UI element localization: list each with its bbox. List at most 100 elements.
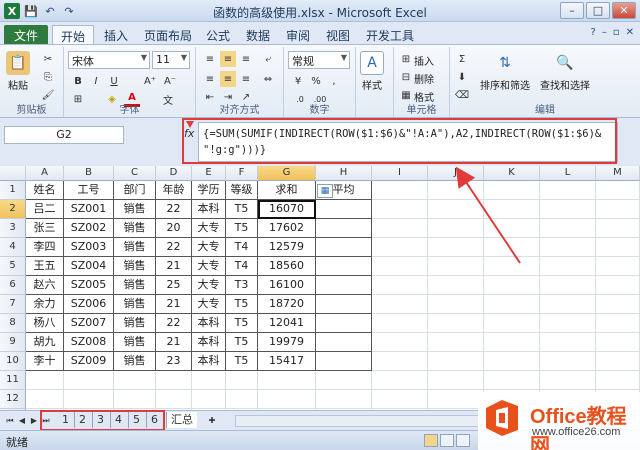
next-sheet-icon[interactable]: ▶ <box>28 414 40 427</box>
underline-button[interactable]: U <box>106 73 122 89</box>
column-header[interactable]: J <box>428 166 484 181</box>
empty-cell[interactable] <box>428 333 484 352</box>
tab-data[interactable]: 数据 <box>238 25 278 44</box>
table-cell[interactable]: T4 <box>226 238 258 257</box>
empty-cell[interactable] <box>428 257 484 276</box>
empty-cell[interactable] <box>484 276 540 295</box>
tab-developer[interactable]: 开发工具 <box>358 25 422 44</box>
empty-cell[interactable] <box>596 352 640 371</box>
tab-view[interactable]: 视图 <box>318 25 358 44</box>
copy-icon[interactable]: ⎘ <box>40 69 56 85</box>
close-button[interactable]: ✕ <box>612 2 636 19</box>
row-header[interactable]: 7 <box>0 295 26 314</box>
empty-cell[interactable] <box>428 390 484 409</box>
empty-cell[interactable] <box>596 219 640 238</box>
table-cell[interactable]: 大专 <box>192 257 226 276</box>
sheet-tab-active[interactable]: 汇总 <box>166 412 197 428</box>
empty-cell[interactable] <box>316 276 372 295</box>
table-cell[interactable]: SZ007 <box>64 314 114 333</box>
comma-icon[interactable]: , <box>326 73 342 89</box>
page-layout-view-icon[interactable] <box>440 434 454 447</box>
table-cell[interactable]: 15417 <box>258 352 316 371</box>
empty-cell[interactable] <box>596 295 640 314</box>
table-cell[interactable]: SZ009 <box>64 352 114 371</box>
empty-cell[interactable] <box>484 200 540 219</box>
empty-cell[interactable] <box>114 390 156 409</box>
column-header[interactable]: H <box>316 166 372 181</box>
empty-cell[interactable] <box>316 200 372 219</box>
table-cell[interactable]: 销售 <box>114 314 156 333</box>
table-cell[interactable]: SZ008 <box>64 333 114 352</box>
table-cell[interactable]: 销售 <box>114 238 156 257</box>
table-cell[interactable]: 21 <box>156 295 192 314</box>
column-header[interactable]: L <box>540 166 596 181</box>
tab-home[interactable]: 开始 <box>52 25 95 44</box>
empty-cell[interactable] <box>258 371 316 390</box>
empty-cell[interactable] <box>372 200 428 219</box>
empty-cell[interactable] <box>596 200 640 219</box>
table-cell[interactable]: SZ001 <box>64 200 114 219</box>
column-header[interactable]: D <box>156 166 192 181</box>
table-cell[interactable]: SZ006 <box>64 295 114 314</box>
align-right-icon[interactable]: ≡ <box>238 71 254 87</box>
empty-cell[interactable] <box>316 295 372 314</box>
cut-icon[interactable]: ✂ <box>40 51 56 67</box>
row-header[interactable]: 8 <box>0 314 26 333</box>
insert-cells-label[interactable]: 插入 <box>414 53 434 68</box>
empty-cell[interactable] <box>428 295 484 314</box>
wrap-text-icon[interactable]: ⤶ <box>260 51 276 67</box>
font-name-select[interactable]: 宋体 ▼ <box>68 51 150 69</box>
row-header[interactable]: 1 <box>0 181 26 200</box>
normal-view-icon[interactable] <box>424 434 438 447</box>
empty-cell[interactable] <box>540 238 596 257</box>
empty-cell[interactable] <box>596 371 640 390</box>
header-cell[interactable]: 等级 <box>226 181 258 200</box>
column-header[interactable]: A <box>26 166 64 181</box>
table-cell[interactable]: 16100 <box>258 276 316 295</box>
autosum-icon[interactable]: Σ <box>454 51 470 67</box>
table-cell[interactable]: SZ004 <box>64 257 114 276</box>
table-cell[interactable]: 吕二 <box>26 200 64 219</box>
ribbon-minimize-icon[interactable]: – <box>602 27 607 38</box>
maximize-button[interactable]: □ <box>586 2 610 19</box>
empty-cell[interactable] <box>428 219 484 238</box>
header-cell[interactable]: 姓名 <box>26 181 64 200</box>
table-cell[interactable]: 李四 <box>26 238 64 257</box>
row-header[interactable]: 3 <box>0 219 26 238</box>
empty-cell[interactable] <box>484 257 540 276</box>
table-cell[interactable]: T5 <box>226 314 258 333</box>
table-cell[interactable]: 销售 <box>114 352 156 371</box>
column-header[interactable]: I <box>372 166 428 181</box>
empty-cell[interactable] <box>192 371 226 390</box>
first-sheet-icon[interactable]: ⏮ <box>4 414 16 427</box>
empty-cell[interactable] <box>428 314 484 333</box>
empty-cell[interactable] <box>316 352 372 371</box>
table-cell[interactable]: 23 <box>156 352 192 371</box>
empty-cell[interactable] <box>428 352 484 371</box>
header-cell[interactable]: 求和 <box>258 181 316 200</box>
table-cell[interactable]: 21 <box>156 257 192 276</box>
empty-cell[interactable] <box>316 371 372 390</box>
tab-insert[interactable]: 插入 <box>96 25 136 44</box>
empty-cell[interactable] <box>64 371 114 390</box>
currency-icon[interactable]: ¥ <box>290 73 306 89</box>
italic-button[interactable]: I <box>88 73 104 89</box>
table-cell[interactable]: T4 <box>226 257 258 276</box>
align-center-icon[interactable]: ≡ <box>220 71 236 87</box>
empty-cell[interactable] <box>484 219 540 238</box>
fill-icon[interactable]: ⬇ <box>454 69 470 85</box>
table-cell[interactable]: T3 <box>226 276 258 295</box>
column-header[interactable]: E <box>192 166 226 181</box>
empty-cell[interactable] <box>372 276 428 295</box>
table-cell[interactable]: T5 <box>226 333 258 352</box>
name-box[interactable]: G2 <box>4 126 124 144</box>
align-bottom-icon[interactable]: ≡ <box>238 51 254 67</box>
insert-sheet-icon[interactable]: ✚ <box>204 414 220 427</box>
delete-cells-icon[interactable]: ⊟ <box>398 69 414 85</box>
table-cell[interactable]: 22 <box>156 200 192 219</box>
table-cell[interactable]: 销售 <box>114 219 156 238</box>
select-all-corner[interactable] <box>0 166 26 181</box>
empty-cell[interactable] <box>372 238 428 257</box>
empty-cell[interactable] <box>226 390 258 409</box>
empty-cell[interactable] <box>540 219 596 238</box>
